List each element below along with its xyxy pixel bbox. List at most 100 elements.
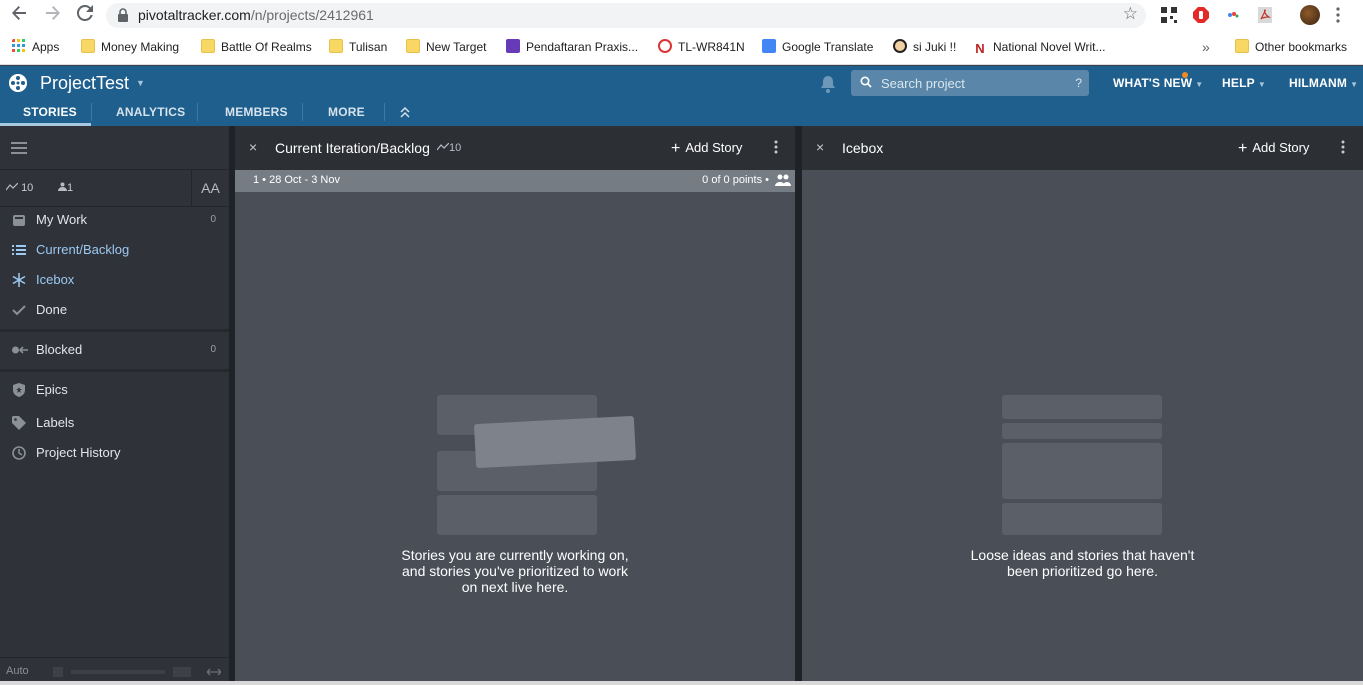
hamburger-icon[interactable] (11, 142, 27, 154)
tab-more[interactable]: MORE (328, 105, 365, 119)
add-story-label: Add Story (1252, 140, 1310, 155)
members-stat: 1 (58, 182, 73, 194)
empty-message-line: on next live here. (461, 579, 569, 595)
close-panel-icon[interactable]: × (249, 139, 257, 155)
sidebar-item-label: Blocked (36, 342, 83, 357)
sidebar-item-epics[interactable]: Epics (0, 375, 229, 405)
text-size-toggle[interactable]: AA (191, 170, 229, 206)
pdf-icon[interactable] (1256, 6, 1274, 24)
bookmark-google-translate[interactable]: Google Translate (762, 39, 873, 57)
bookmark-new-target[interactable]: New Target (406, 39, 486, 57)
help-menu[interactable]: HELP ▼ (1222, 76, 1266, 90)
sidebar: 10 1 AA My Work 0 Current/Backlog Icebox… (0, 126, 229, 685)
panel-header: × Icebox + Add Story (802, 126, 1363, 170)
folder-icon (329, 39, 343, 53)
panel-menu-icon[interactable] (774, 140, 778, 154)
sidebar-item-current-backlog[interactable]: Current/Backlog (0, 235, 229, 265)
team-icon[interactable] (775, 174, 791, 186)
bookmark-battle-of-realms[interactable]: Battle Of Realms (201, 39, 312, 57)
sidebar-item-label: My Work (36, 212, 88, 227)
search-icon (860, 76, 872, 88)
chevron-down-icon: ▼ (1350, 80, 1359, 89)
chevron-down-icon: ▼ (1195, 80, 1204, 89)
tab-analytics[interactable]: ANALYTICS (116, 105, 185, 119)
extension-icon[interactable] (1224, 6, 1242, 24)
url-host: pivotaltracker.com (138, 7, 251, 23)
sidebar-item-blocked[interactable]: Blocked 0 (0, 335, 229, 365)
user-label: HILMANM (1289, 76, 1348, 90)
whats-new-menu[interactable]: WHAT'S NEW ▼ (1113, 76, 1203, 90)
icebox-panel: × Icebox + Add Story Loose ideas and stor… (802, 126, 1363, 683)
bookmark-nanowrimo[interactable]: N National Novel Writ... (973, 39, 1105, 57)
bookmark-si-juki[interactable]: si Juki !! (893, 39, 956, 57)
epic-shield-icon (13, 383, 25, 397)
bookmark-tl-wr841n[interactable]: TL-WR841N (658, 39, 745, 57)
placeholder-story (1002, 503, 1162, 535)
tracker-logo-icon[interactable] (9, 74, 27, 92)
collapse-up-icon[interactable] (400, 106, 410, 118)
bookmark-tulisan[interactable]: Tulisan (329, 39, 387, 57)
bookmark-star-icon[interactable]: ☆ (1123, 4, 1138, 24)
iteration-label: 1 • 28 Oct - 3 Nov (253, 174, 340, 186)
members-value: 1 (67, 182, 74, 194)
notifications-bell-icon[interactable] (820, 75, 836, 93)
tab-stories[interactable]: STORIES (23, 105, 77, 119)
placeholder-story (1002, 395, 1162, 419)
reload-icon[interactable] (74, 4, 96, 27)
sidebar-divider (0, 329, 229, 332)
panel-title: Icebox (842, 140, 884, 156)
user-menu[interactable]: HILMANM ▼ (1289, 76, 1358, 90)
help-label: HELP (1222, 76, 1255, 90)
whats-new-label: WHAT'S NEW (1113, 76, 1193, 90)
tag-icon (12, 416, 26, 430)
add-story-button[interactable]: + Add Story (1238, 140, 1309, 158)
profile-avatar[interactable] (1300, 5, 1320, 25)
project-dropdown-icon[interactable]: ▼ (136, 78, 145, 88)
bookmark-label: TL-WR841N (678, 40, 745, 54)
bookmark-label: Apps (32, 40, 60, 54)
search-project-input[interactable]: Search project ? (851, 70, 1089, 96)
bookmark-pendaftaran[interactable]: Pendaftaran Praxis... (506, 39, 638, 57)
sidebar-item-icebox[interactable]: Icebox (0, 265, 229, 295)
sidebar-item-label: Icebox (36, 272, 75, 287)
adblock-icon[interactable] (1192, 6, 1210, 24)
panel-menu-icon[interactable] (1341, 140, 1345, 154)
bookmark-label: Other bookmarks (1255, 40, 1348, 54)
placeholder-story-dragged (473, 415, 637, 469)
bookmarks-bar: Apps Money Making Battle Of Realms Tulis… (0, 31, 1363, 65)
iteration-header: 1 • 28 Oct - 3 Nov 0 of 0 points • (235, 170, 795, 192)
icebox-empty-message: Loose ideas and stories that haven't bee… (802, 547, 1363, 579)
bookmark-label: National Novel Writ... (993, 40, 1106, 54)
panel-width-slider[interactable] (53, 667, 193, 677)
panel-header: × Current Iteration/Backlog 10 + Add Stor… (235, 126, 795, 170)
tab-divider (197, 103, 198, 121)
browser-menu-icon[interactable] (1336, 7, 1340, 23)
backlog-empty-message: Stories you are currently working on, an… (235, 547, 795, 595)
clock-icon (12, 446, 26, 460)
width-mode-label[interactable]: Auto (6, 665, 29, 677)
bookmark-apps[interactable]: Apps (12, 39, 59, 57)
address-bar[interactable]: pivotaltracker.com/n/projects/2412961 ☆ (106, 3, 1146, 28)
search-help-icon[interactable]: ? (1075, 76, 1082, 90)
bookmark-other[interactable]: Other bookmarks (1235, 39, 1347, 57)
sidebar-item-done[interactable]: Done (0, 295, 229, 325)
add-story-button[interactable]: + Add Story (671, 140, 742, 158)
back-icon[interactable] (8, 5, 30, 27)
search-placeholder: Search project (881, 76, 965, 91)
url-text: pivotaltracker.com/n/projects/2412961 (138, 7, 374, 23)
forward-icon[interactable] (42, 5, 64, 27)
qr-extension-icon[interactable] (1160, 6, 1178, 24)
expand-horizontal-icon[interactable] (207, 667, 221, 677)
plus-icon: + (1238, 140, 1248, 157)
sidebar-item-my-work[interactable]: My Work 0 (0, 205, 229, 235)
sidebar-item-project-history[interactable]: Project History (0, 438, 229, 468)
close-panel-icon[interactable]: × (816, 139, 824, 155)
bookmark-label: Battle Of Realms (221, 40, 312, 54)
bookmarks-overflow-icon[interactable]: » (1202, 39, 1210, 57)
bookmark-money-making[interactable]: Money Making (81, 39, 179, 57)
velocity-icon (5, 182, 19, 191)
project-name[interactable]: ProjectTest (40, 73, 129, 94)
tab-members[interactable]: MEMBERS (225, 105, 288, 119)
sidebar-item-labels[interactable]: Labels (0, 408, 229, 438)
empty-message-line: Stories you are currently working on, (401, 547, 629, 563)
